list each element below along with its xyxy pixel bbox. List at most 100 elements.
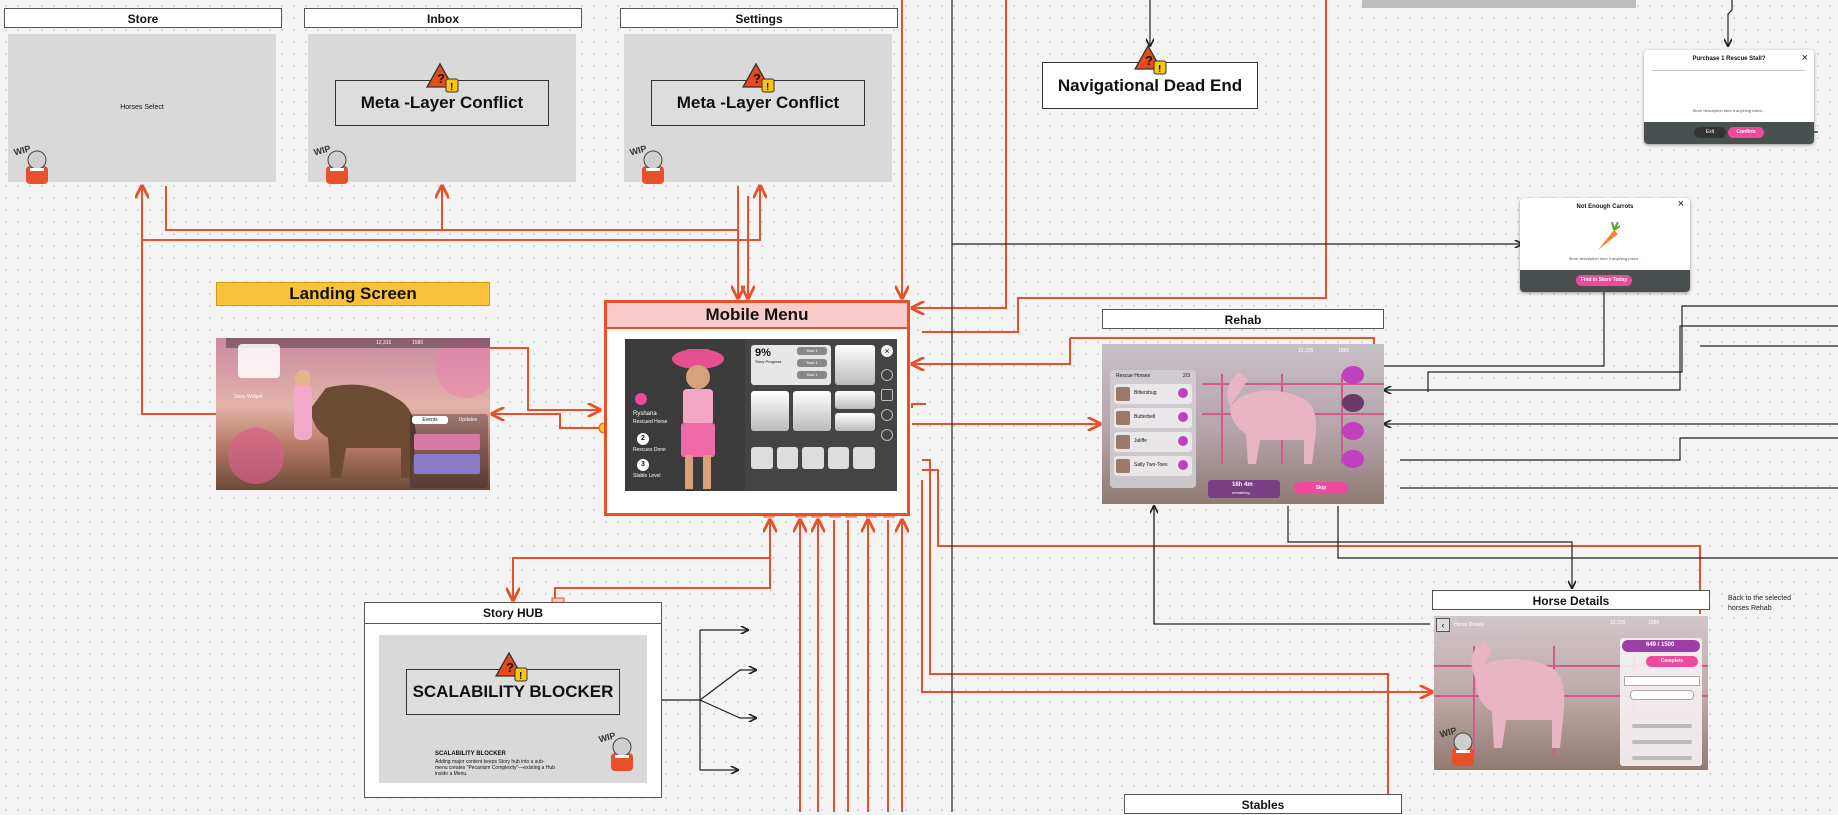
rescue-horses-list[interactable]: Rescue Horses 2/3 Bittersbug Butterbell Ju… xyxy=(1110,370,1196,488)
rehab-action-button[interactable] xyxy=(1342,366,1364,384)
svg-text:?: ? xyxy=(506,660,514,675)
menu-tile[interactable] xyxy=(835,345,875,385)
warning-triangle-icon: ? ! xyxy=(1134,44,1167,75)
menu-tile[interactable] xyxy=(835,391,875,409)
task-pill[interactable]: Task 1 xyxy=(797,347,827,355)
stat-label: Rescues Done xyxy=(633,447,666,453)
side-icon[interactable] xyxy=(881,429,893,441)
offscreen-node xyxy=(1362,0,1636,8)
wip-mascot-icon: WIP xyxy=(313,144,348,184)
menu-tile[interactable] xyxy=(751,391,789,431)
mobile-menu-frame[interactable]: Mobile Menu Ryshana Rescued Horse 2 Resc… xyxy=(604,300,910,516)
horse-details-gems: 1580 xyxy=(1648,620,1660,626)
menu-book-icon[interactable] xyxy=(802,447,824,469)
back-chevron-icon[interactable]: ‹ xyxy=(1436,618,1450,632)
close-icon[interactable]: × xyxy=(1678,198,1684,210)
landing-screen-screenshot[interactable]: Story Widget 12,315 1580 Events Updates xyxy=(216,338,490,490)
rehab-label[interactable]: Rehab xyxy=(1102,309,1384,329)
horse-details-note: Back to the selected horses Rehab xyxy=(1728,595,1792,612)
store-label[interactable]: Store xyxy=(4,8,282,28)
skip-button[interactable]: Skip xyxy=(1294,482,1348,494)
rehab-action-button[interactable] xyxy=(1342,422,1364,440)
stat-icon: 3 xyxy=(637,459,649,471)
menu-shop-icon[interactable] xyxy=(751,447,773,469)
horse-status-badge xyxy=(1178,460,1188,470)
popup-description: Store description here if anything token… xyxy=(1692,108,1766,113)
not-enough-carrots-popup[interactable]: Not Enough Carrots × Store description h… xyxy=(1520,198,1690,292)
horse-details-label[interactable]: Horse Details xyxy=(1432,590,1710,610)
name-field[interactable] xyxy=(1624,676,1700,686)
wip-mascot-icon: WIP xyxy=(13,144,48,184)
settings-label[interactable]: Settings xyxy=(620,8,898,28)
popup-title: Not Enough Carrots xyxy=(1576,204,1634,210)
side-icon[interactable] xyxy=(881,369,893,381)
side-icon[interactable] xyxy=(881,409,893,421)
rehab-action-button[interactable] xyxy=(1342,394,1364,412)
menu-tile[interactable] xyxy=(793,391,831,431)
task-pill[interactable]: Task 1 xyxy=(797,359,827,367)
details-button[interactable] xyxy=(1630,690,1694,700)
rehab-horse-row[interactable]: Juliffe xyxy=(1114,432,1192,452)
player-avatar-icon[interactable] xyxy=(635,393,647,405)
popup-footer: Find in Store Today xyxy=(1520,270,1690,292)
inbox-panel[interactable]: Meta -Layer Conflict ? ! WIP xyxy=(308,34,576,184)
wip-mascot-icon: WIP xyxy=(598,731,633,771)
confirm-button[interactable]: Confirm xyxy=(1728,127,1764,138)
event-card[interactable] xyxy=(414,434,480,450)
side-icon[interactable] xyxy=(881,389,893,401)
horse-details-screenshot[interactable]: Horse Details 12,315 1580 ‹ 649 / 1500 C… xyxy=(1434,616,1708,770)
store-panel-text: Horses Select xyxy=(120,104,164,111)
events-panel[interactable]: Events Updates xyxy=(410,414,488,488)
stat-label: Stable Level xyxy=(633,473,661,479)
menu-home-icon[interactable] xyxy=(827,447,850,469)
landing-screen-label[interactable]: Landing Screen xyxy=(216,282,490,306)
events-tab[interactable]: Events xyxy=(412,416,448,424)
close-icon[interactable]: × xyxy=(1802,52,1808,64)
svg-text:?: ? xyxy=(437,71,445,86)
event-card[interactable] xyxy=(414,454,480,474)
rehab-horse-row[interactable]: Butterbell xyxy=(1114,408,1192,428)
updates-tab[interactable]: Updates xyxy=(450,416,486,424)
rehab-timer: 16h 4m remaining xyxy=(1208,480,1280,498)
story-widget-label[interactable]: Story Widget xyxy=(234,394,263,400)
rescue-list-header: Rescue Horses xyxy=(1116,373,1151,379)
exit-button[interactable]: Exit xyxy=(1694,127,1726,138)
rehab-horse-row[interactable]: Bittersbug xyxy=(1114,384,1192,404)
horse-status-badge xyxy=(1178,412,1188,422)
settings-panel[interactable]: Meta -Layer Conflict ? ! WIP xyxy=(624,34,892,184)
warning-triangle-icon: ? ! xyxy=(742,62,775,93)
scalability-note-body: Adding major content keeps Story hub int… xyxy=(435,759,555,777)
purchase-stall-popup[interactable]: Purchase 1 Rescue Stall? × Store descrip… xyxy=(1644,50,1814,144)
svg-text:?: ? xyxy=(753,71,761,86)
svg-text:?: ? xyxy=(1145,53,1153,68)
rehab-gems: 1580 xyxy=(1338,348,1350,354)
store-panel[interactable]: Horses Select WIP xyxy=(8,34,276,184)
story-progress-label: Story Progress xyxy=(755,359,782,364)
popup-divider xyxy=(1652,70,1806,71)
rehab-screenshot[interactable]: Rescue Horses 2/3 Bittersbug Butterbell Ju… xyxy=(1102,344,1384,504)
menu-horse-icon[interactable] xyxy=(853,447,875,469)
menu-bottom-row xyxy=(751,447,875,469)
story-hub-frame[interactable]: Story HUB SCALABILITY BLOCKER SCALABILIT… xyxy=(364,602,662,798)
horse-details-currency: 12,315 xyxy=(1610,620,1626,626)
stables-label[interactable]: Stables xyxy=(1124,794,1402,814)
complete-button[interactable]: Complete xyxy=(1646,656,1698,667)
menu-tile[interactable] xyxy=(835,413,875,431)
carrot-icon xyxy=(1598,222,1620,250)
inbox-label[interactable]: Inbox xyxy=(304,8,582,28)
horse-details-panel: 649 / 1500 Complete xyxy=(1620,638,1702,766)
rehab-action-button[interactable] xyxy=(1342,450,1364,468)
close-icon[interactable]: × xyxy=(881,345,893,357)
find-in-store-button[interactable]: Find in Store Today xyxy=(1576,275,1632,286)
scalability-note-title: SCALABILITY BLOCKER xyxy=(435,751,506,757)
warning-triangle-icon: ? ! xyxy=(426,62,459,93)
task-pill[interactable]: Task 1 xyxy=(797,371,827,379)
mobile-menu-screenshot[interactable]: Ryshana Rescued Horse 2 Rescues Done 3 S… xyxy=(625,339,897,491)
rehab-horse-row[interactable]: Sally Two-Toes xyxy=(1114,456,1192,476)
menu-stable-icon[interactable] xyxy=(776,447,799,469)
horse-thumbnail-icon xyxy=(1116,411,1130,425)
landing-currency: 12,315 xyxy=(376,340,392,346)
rehab-action-column xyxy=(1326,366,1376,476)
rehab-horse-name: Juliffe xyxy=(1134,438,1147,444)
story-progress-card[interactable]: 9% Story Progress Task 1 Task 1 Task 1 xyxy=(751,345,831,385)
